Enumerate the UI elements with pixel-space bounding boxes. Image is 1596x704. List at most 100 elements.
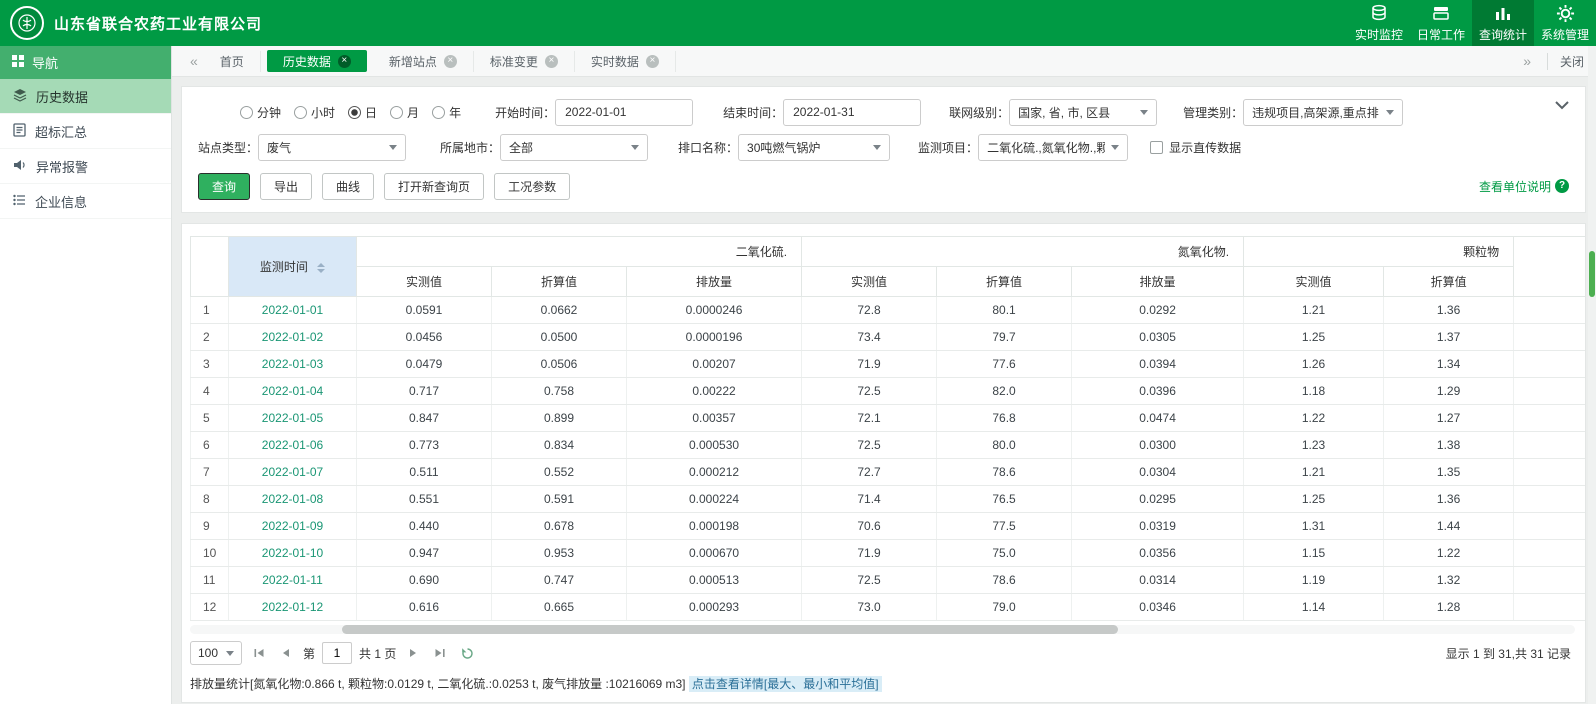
close-icon[interactable]: × (337, 54, 351, 68)
table-row[interactable]: 1 2022-01-01 0.0591 0.0662 0.0000246 72.8 80.1… (190, 296, 1585, 324)
page-size-select[interactable]: 100 (190, 641, 242, 665)
tab-history-data[interactable]: 历史数据 × (266, 50, 367, 72)
nav-realtime-monitoring[interactable]: 实时监控 (1348, 0, 1410, 46)
horizontal-scrollbar-thumb[interactable] (342, 625, 1118, 634)
top-header: 山东省联合农药工业有限公司 实时监控 日常工作 查询统计 系统管理 (0, 0, 1596, 46)
row-date-link[interactable]: 2022-01-06 (228, 431, 357, 459)
row-date-link[interactable]: 2022-01-09 (228, 512, 357, 540)
nav-query-statistics[interactable]: 查询统计 (1472, 0, 1534, 46)
table-row[interactable]: 7 2022-01-07 0.511 0.552 0.000212 72.7 78.6 0.0… (190, 458, 1585, 486)
condition-params-button[interactable]: 工况参数 (494, 172, 571, 200)
checkbox-input[interactable] (1150, 140, 1164, 154)
view-detail-link[interactable]: 点击查看详情[最大、最小和平均值] (688, 676, 882, 692)
row-value: 1.44 (1383, 512, 1515, 540)
row-date-link[interactable]: 2022-01-12 (228, 593, 357, 621)
open-new-query-button[interactable]: 打开新查询页 (384, 172, 485, 200)
prev-page-button[interactable] (276, 643, 296, 663)
radio-label: 小时 (311, 105, 336, 120)
close-icon[interactable]: × (544, 54, 558, 68)
radio-input[interactable] (240, 105, 253, 119)
nav-daily-work[interactable]: 日常工作 (1410, 0, 1472, 46)
row-value: 1.21 (1243, 458, 1385, 486)
row-date-link[interactable]: 2022-01-01 (228, 296, 357, 324)
radio-input[interactable] (432, 105, 446, 119)
first-page-button[interactable] (249, 643, 269, 663)
pagination-bar: 100 第 共 1 页 (182, 634, 1585, 669)
period-radio-minute[interactable]: 分钟 (240, 104, 281, 121)
radio-input[interactable] (348, 105, 362, 119)
query-filter-panel: 分钟 小时 日 月 年 开始时间： 2022-01-01 结束时间： 2022-… (181, 86, 1586, 213)
close-all-button[interactable]: 关闭 (1546, 52, 1584, 70)
time-column-header[interactable]: 监测时间 (228, 236, 357, 297)
table-row[interactable]: 8 2022-01-08 0.551 0.591 0.000224 71.4 76.5 0.0… (190, 485, 1585, 513)
end-time-input[interactable] (783, 98, 922, 126)
direct-data-checkbox[interactable]: 显示直传数据 (1150, 139, 1241, 156)
tabs-scroll-right-icon[interactable]: » (1517, 53, 1537, 69)
period-radio-year[interactable]: 年 (432, 104, 461, 121)
outlet-name-select[interactable]: 30吨燃气锅炉 (738, 133, 891, 161)
row-date-link[interactable]: 2022-01-11 (228, 566, 357, 594)
vertical-scrollbar[interactable] (1588, 46, 1596, 704)
sidebar-item-abnormal-alarm[interactable]: 异常报警 (0, 149, 171, 184)
radio-input[interactable] (294, 105, 308, 119)
sidebar-item-enterprise-info[interactable]: 企业信息 (0, 184, 171, 219)
page-size-value: 100 (198, 646, 219, 660)
row-index: 11 (190, 566, 229, 594)
period-radio-hour[interactable]: 小时 (294, 104, 335, 121)
manage-type-select[interactable]: 违规项目,高架源,重点排 (1243, 98, 1404, 126)
table-row[interactable]: 10 2022-01-10 0.947 0.953 0.000670 71.9 75.0 0.… (190, 539, 1585, 567)
tab-realtime-data[interactable]: 实时数据 × (575, 50, 676, 72)
table-row[interactable]: 9 2022-01-09 0.440 0.678 0.000198 70.6 77.5 0.0… (190, 512, 1585, 540)
row-value: 0.0314 (1071, 566, 1245, 594)
close-icon[interactable]: × (443, 54, 457, 68)
page-number-input[interactable] (322, 642, 353, 664)
tabs-scroll-left-icon[interactable]: « (184, 53, 204, 69)
nav-system-management[interactable]: 系统管理 (1534, 0, 1596, 46)
row-date-link[interactable]: 2022-01-07 (228, 458, 357, 486)
tab-standard-change[interactable]: 标准变更 × (474, 50, 575, 72)
period-radio-day[interactable]: 日 (348, 104, 377, 121)
row-date-link[interactable]: 2022-01-04 (228, 377, 357, 405)
export-button[interactable]: 导出 (260, 172, 313, 200)
row-date-link[interactable]: 2022-01-10 (228, 539, 357, 567)
table-row[interactable]: 11 2022-01-11 0.690 0.747 0.000513 72.5 78.6 0.… (190, 566, 1585, 594)
start-time-input[interactable] (555, 98, 694, 126)
sidebar-item-history-data[interactable]: 历史数据 (0, 79, 171, 114)
network-level-select[interactable]: 国家, 省, 市, 区县 (1009, 98, 1158, 126)
close-icon[interactable]: × (645, 54, 659, 68)
chevron-down-icon (873, 144, 882, 150)
time-header-label: 监测时间 (259, 260, 308, 274)
next-page-button[interactable] (403, 643, 423, 663)
collapse-panel-chevron-icon[interactable] (1555, 101, 1569, 110)
curve-button[interactable]: 曲线 (322, 172, 375, 200)
row-value: 0.847 (356, 404, 492, 432)
row-value: 0.591 (491, 485, 627, 513)
table-row[interactable]: 6 2022-01-06 0.773 0.834 0.000530 72.5 80.0 0.0… (190, 431, 1585, 459)
city-select[interactable]: 全部 (500, 133, 649, 161)
horizontal-scrollbar[interactable] (190, 625, 1575, 634)
last-page-button[interactable] (430, 643, 450, 663)
table-row[interactable]: 3 2022-01-03 0.0479 0.0506 0.00207 71.9 77.6 0.… (190, 350, 1585, 378)
tab-new-station[interactable]: 新增站点 × (373, 50, 474, 72)
period-radio-month[interactable]: 月 (390, 104, 419, 121)
query-button[interactable]: 查询 (198, 172, 251, 200)
radio-input[interactable] (390, 105, 404, 119)
table-row[interactable]: 2 2022-01-02 0.0456 0.0500 0.0000196 73.4 79.7… (190, 323, 1585, 351)
refresh-icon[interactable] (457, 643, 477, 663)
table-row[interactable]: 5 2022-01-05 0.847 0.899 0.00357 72.1 76.8 0.04… (190, 404, 1585, 432)
row-date-link[interactable]: 2022-01-05 (228, 404, 357, 432)
sidebar-item-over-limit-summary[interactable]: 超标汇总 (0, 114, 171, 149)
table-row[interactable]: 12 2022-01-12 0.616 0.665 0.000293 73.0 79.0 0.… (190, 593, 1585, 621)
vertical-scrollbar-thumb[interactable] (1589, 251, 1595, 297)
row-date-link[interactable]: 2022-01-03 (228, 350, 357, 378)
row-value: 0.0292 (1071, 296, 1245, 324)
station-type-select[interactable]: 废气 (258, 133, 407, 161)
monitor-item-select[interactable]: 二氧化硫.,氮氧化物.,颗粒 (978, 133, 1129, 161)
row-date-link[interactable]: 2022-01-02 (228, 323, 357, 351)
tab-home[interactable]: 首页 (204, 50, 261, 72)
row-value: 0.616 (356, 593, 492, 621)
table-row[interactable]: 4 2022-01-04 0.717 0.758 0.00222 72.5 82.0 0.03… (190, 377, 1585, 405)
row-date-link[interactable]: 2022-01-08 (228, 485, 357, 513)
unit-description-link[interactable]: 查看单位说明 ? (1479, 178, 1569, 195)
row-value: 1.28 (1383, 593, 1515, 621)
